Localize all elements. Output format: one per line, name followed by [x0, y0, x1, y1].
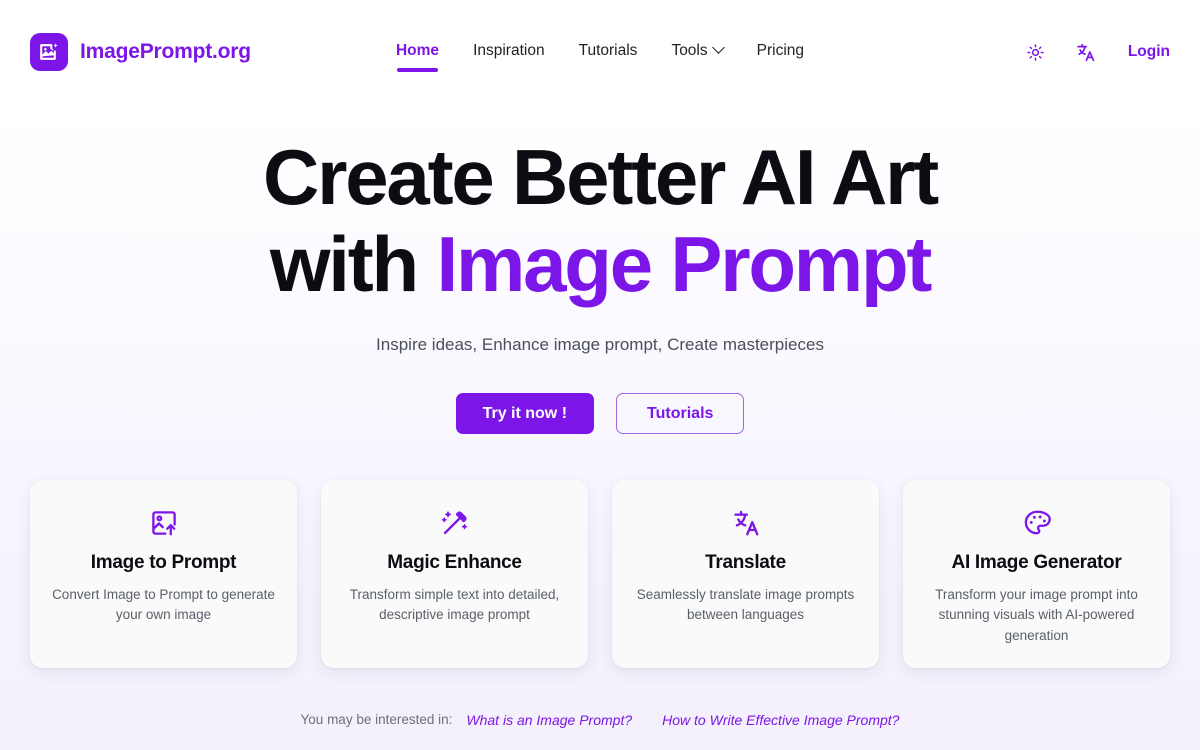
nav-item-tools[interactable]: Tools [671, 41, 725, 63]
theme-toggle-button[interactable] [1024, 40, 1048, 64]
hero-title-line2: with Image Prompt [0, 225, 1200, 303]
palette-icon [923, 506, 1150, 540]
top-navbar: ImagePrompt.org Home Inspiration Tutoria… [0, 0, 1200, 104]
feature-card-description: Seamlessly translate image prompts betwe… [636, 587, 855, 623]
nav-item-tutorials-label: Tutorials [578, 41, 638, 59]
brand-name: ImagePrompt.org [80, 40, 251, 63]
feature-card-description: Convert Image to Prompt to generate your… [52, 587, 275, 623]
login-link[interactable]: Login [1128, 43, 1170, 61]
language-toggle-button[interactable] [1074, 40, 1098, 64]
page-title: Create Better AI Art with Image Prompt [0, 138, 1200, 303]
interest-link-what-is-an-image-prompt[interactable]: What is an Image Prompt? [466, 712, 632, 728]
nav-item-pricing-label: Pricing [756, 41, 805, 59]
hero-title-accent: Image Prompt [436, 220, 932, 308]
try-it-now-button[interactable]: Try it now ! [455, 393, 595, 434]
feature-card-grid: Image to Prompt Convert Image to Prompt … [30, 480, 1170, 668]
hero-title-line1: Create Better AI Art [262, 133, 939, 221]
interested-in-row: You may be interested in: What is an Ima… [0, 712, 1200, 728]
image-upload-icon [50, 506, 277, 540]
feature-card-title: Translate [705, 552, 786, 573]
tutorials-button[interactable]: Tutorials [616, 393, 745, 434]
brand-logo[interactable]: ImagePrompt.org [30, 33, 251, 71]
nav-item-inspiration[interactable]: Inspiration [473, 42, 545, 63]
interest-link-how-to-write-effective-image-prompt[interactable]: How to Write Effective Image Prompt? [662, 712, 899, 728]
chevron-down-icon [711, 41, 725, 54]
translate-icon [632, 506, 859, 540]
nav-item-tools-label: Tools [671, 41, 708, 59]
hero-subtitle: Inspire ideas, Enhance image prompt, Cre… [376, 335, 824, 354]
feature-card-title: Image to Prompt [90, 552, 237, 573]
image-sparkle-icon [30, 33, 68, 71]
nav-item-home-label: Home [395, 41, 440, 59]
feature-card-title: Magic Enhance [387, 552, 522, 573]
feature-card-translate[interactable]: Translate Seamlessly translate image pro… [612, 480, 879, 668]
nav-actions: Login [1024, 40, 1170, 64]
feature-card-image-to-prompt[interactable]: Image to Prompt Convert Image to Prompt … [30, 480, 297, 668]
feature-card-description: Transform your image prompt into stunnin… [935, 587, 1138, 643]
nav-item-tutorials[interactable]: Tutorials [579, 42, 638, 63]
magic-wand-icon [341, 506, 568, 540]
primary-nav: Home Inspiration Tutorials Tools Pricing [395, 41, 804, 72]
feature-card-ai-image-generator[interactable]: AI Image Generator Transform your image … [903, 480, 1170, 668]
hero-section: Create Better AI Art with Image Prompt I… [0, 104, 1200, 434]
feature-card-title: AI Image Generator [951, 552, 1122, 573]
page-root: ImagePrompt.org Home Inspiration Tutoria… [0, 0, 1200, 750]
nav-item-inspiration-label: Inspiration [473, 41, 545, 59]
hero-cta-group: Try it now ! Tutorials [0, 393, 1200, 434]
active-nav-underline [396, 67, 439, 72]
feature-card-magic-enhance[interactable]: Magic Enhance Transform simple text into… [321, 480, 588, 668]
nav-item-pricing[interactable]: Pricing [757, 42, 804, 63]
nav-item-home[interactable]: Home [395, 41, 440, 72]
feature-card-description: Transform simple text into detailed, des… [349, 587, 560, 623]
interested-in-label: You may be interested in: [300, 712, 453, 728]
hero-title-line2-plain: with [269, 220, 437, 308]
